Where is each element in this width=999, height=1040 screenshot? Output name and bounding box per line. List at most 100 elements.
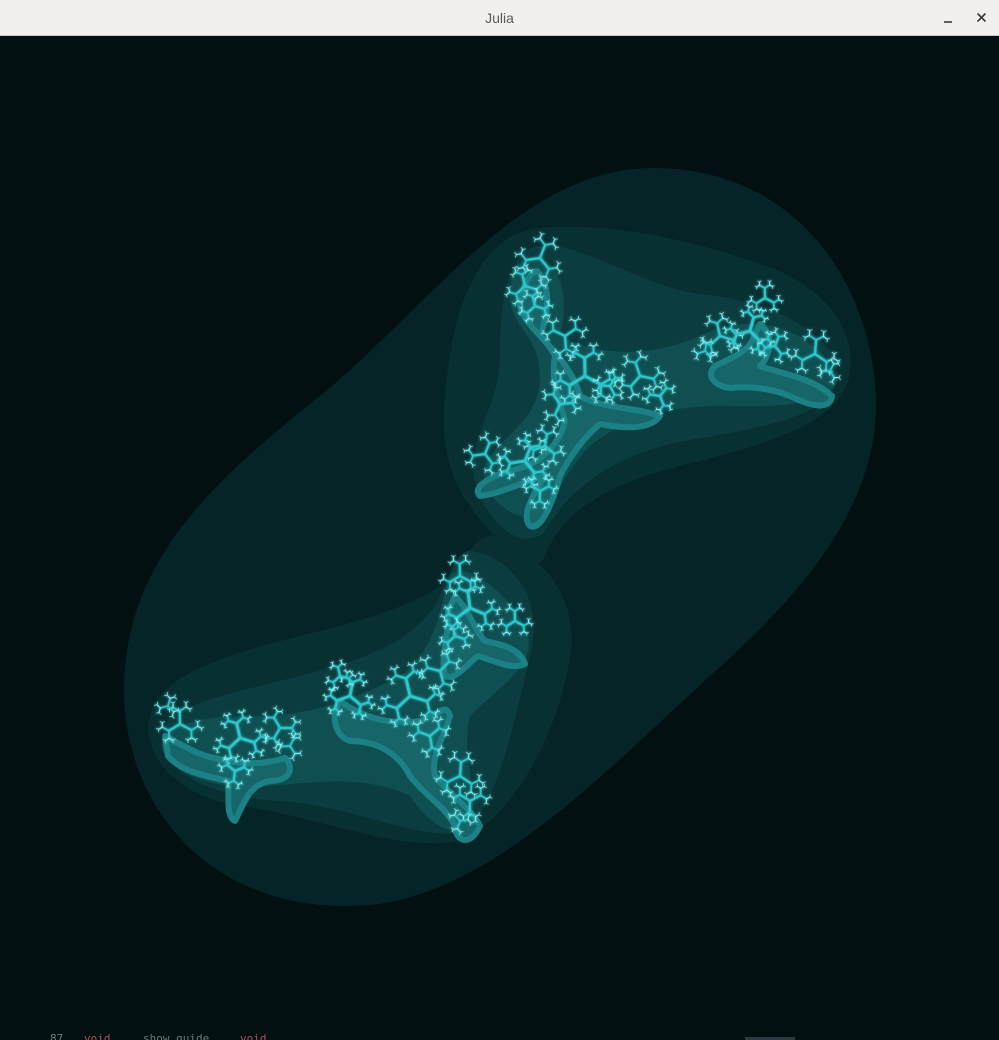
filament-segment [702, 337, 704, 341]
filament-segment [458, 760, 463, 778]
window-title: Julia [485, 10, 514, 26]
filament-segment [381, 695, 383, 699]
filament-segment [515, 253, 522, 256]
filament-segment [260, 751, 263, 756]
filament-segment [531, 449, 535, 458]
filament-segment [710, 338, 712, 342]
filament-segment [418, 672, 421, 678]
filament-segment [323, 699, 327, 701]
filament-segment [491, 461, 501, 465]
filament-segment [665, 387, 673, 390]
filament-segment [825, 361, 828, 371]
filament-segment [404, 719, 407, 725]
filament-segment [249, 716, 253, 718]
filament-segment [447, 607, 450, 615]
filament-segment [525, 479, 532, 483]
filament-segment [529, 444, 541, 449]
filament-segment [237, 755, 240, 757]
terminal-line-number: 87 [50, 1032, 64, 1040]
filament-segment [813, 338, 818, 356]
filament-segment [218, 739, 222, 747]
filament-segment [362, 682, 365, 686]
filament-segment [763, 318, 766, 323]
filament-segment [551, 322, 555, 332]
filament-segment [752, 347, 759, 351]
filament-segment [780, 352, 788, 355]
filament-segment [541, 425, 543, 431]
filament-segment [763, 344, 777, 349]
minimize-icon [944, 21, 952, 23]
terminal-text: show_guide [143, 1032, 210, 1040]
filament-segment [445, 730, 447, 736]
title-bar[interactable]: Julia [0, 0, 999, 36]
filament-segment [334, 699, 338, 710]
filament-segment [555, 434, 558, 438]
filament-segment [440, 695, 442, 700]
filament-segment [480, 436, 486, 439]
filament-segment [434, 712, 437, 718]
filament-segment [407, 717, 410, 719]
fractal-canvas[interactable] [0, 36, 999, 1040]
filament-segment [358, 703, 362, 715]
filament-segment [762, 309, 767, 312]
filament-segment [327, 677, 329, 682]
filament-segment [662, 404, 671, 408]
filament-segment [345, 671, 349, 678]
filament-segment [648, 393, 662, 398]
terminal-keyword: void [84, 1032, 111, 1040]
filament-segment [800, 359, 804, 370]
filament-segment [369, 707, 372, 709]
filament-segment [526, 290, 528, 296]
filament-segment [408, 662, 410, 665]
filament-segment [328, 666, 332, 669]
filament-segment [339, 680, 342, 683]
filament-segment [262, 750, 266, 752]
application-window: Julia 87 void show_guide void [0, 0, 999, 1040]
filament-segment [521, 301, 523, 305]
filament-segment [247, 718, 250, 723]
filament-segment [445, 781, 449, 792]
filament-segment [464, 449, 470, 452]
filament-segment [412, 735, 415, 741]
filament-segment [324, 681, 327, 684]
filament-segment [440, 637, 443, 642]
filament-segment [221, 738, 224, 740]
filament-segment [485, 469, 491, 471]
filament-segment [370, 704, 373, 709]
close-button[interactable] [970, 6, 994, 30]
filament-segment [736, 345, 739, 349]
minimize-button[interactable] [936, 6, 960, 30]
filament-segment [654, 367, 658, 369]
filament-segment [416, 724, 420, 733]
filament-segment [352, 716, 355, 719]
filament-segment [530, 270, 533, 274]
filament-segment [693, 347, 695, 352]
filament-segment [429, 684, 431, 688]
filament-segment [769, 341, 772, 346]
filament-segment [558, 401, 574, 406]
filament-segment [656, 408, 661, 411]
filament-segment [540, 275, 547, 278]
filament-segment [235, 757, 237, 762]
filament-segment [514, 303, 516, 307]
filament-segment [520, 307, 523, 312]
filament-segment [636, 351, 640, 353]
filament-segment [243, 710, 247, 712]
filament-segment [361, 715, 364, 720]
filament-segment [360, 718, 363, 720]
filament-segment [506, 294, 508, 298]
filament-segment [261, 729, 264, 731]
filament-segment [446, 620, 448, 626]
filament-segment [518, 267, 524, 269]
background-terminal-bleed: 87 void show_guide void [0, 1032, 999, 1040]
filament-segment [558, 262, 562, 264]
filament-segment [533, 470, 545, 474]
filament-segment [226, 715, 230, 722]
filament-segment [361, 684, 364, 687]
filament-segment [440, 744, 443, 748]
filament-segment [232, 769, 237, 783]
filament-segment [545, 393, 554, 396]
filament-segment [759, 352, 764, 354]
filament-segment [728, 341, 736, 345]
filament-segment [563, 334, 568, 351]
